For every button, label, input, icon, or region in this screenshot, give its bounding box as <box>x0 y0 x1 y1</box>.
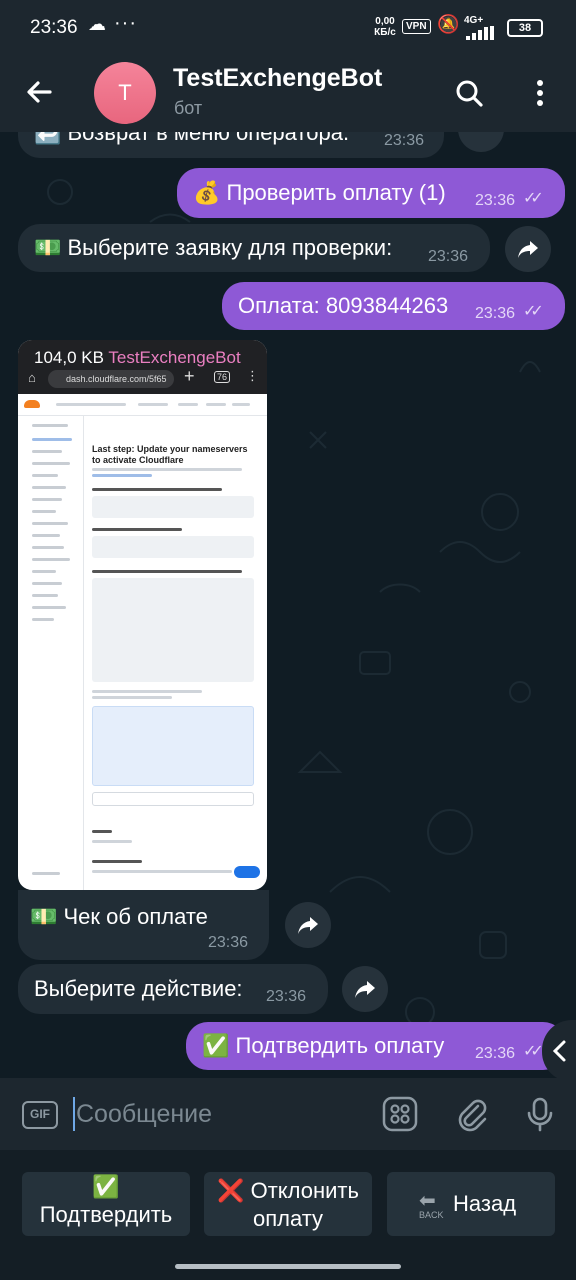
image-sender: TestExchengeBot <box>108 348 241 367</box>
cloudflare-sidebar <box>18 416 84 890</box>
message-time: 23:36 <box>428 248 469 265</box>
signal-icon <box>466 26 494 40</box>
bot-keyboard: ✅ Подтвердить ❌ Отклонить оплату ⬅ BACK … <box>0 1150 576 1280</box>
scroll-collapse-button[interactable] <box>542 1020 576 1078</box>
incoming-message[interactable]: Выберите действие: 23:36 <box>18 964 328 1014</box>
home-icon: ⌂ <box>28 370 36 385</box>
chat-title[interactable]: TestExchengeBot <box>173 64 382 93</box>
incoming-message[interactable]: 💵 Чек об оплате 23:36 <box>18 890 269 960</box>
text-cursor <box>73 1097 75 1131</box>
bot-commands-icon[interactable] <box>380 1094 420 1134</box>
share-button[interactable] <box>342 966 388 1012</box>
avatar[interactable]: T <box>94 62 156 124</box>
gif-button[interactable]: GIF <box>22 1101 58 1129</box>
outgoing-message[interactable]: ✅ Подтвердить оплату 23:36 ✓✓ <box>186 1022 565 1070</box>
chat-header: T TestExchengeBot бот <box>0 58 576 132</box>
search-icon[interactable] <box>448 72 492 116</box>
vpn-badge: VPN <box>402 19 431 34</box>
share-button[interactable] <box>285 902 331 948</box>
mute-bell-icon: 🔕 <box>437 14 460 34</box>
outgoing-message[interactable]: Оплата: 8093844263 23:36 ✓✓ <box>222 282 565 330</box>
message-list[interactable]: ↩️ Возврат в меню оператора. 23:36 💰 Про… <box>0 132 576 1078</box>
back-arrow-icon[interactable] <box>18 70 62 114</box>
image-url-bar: dash.cloudflare.com/5f65 <box>48 370 174 388</box>
message-time: 23:36 <box>384 132 425 149</box>
message-input[interactable] <box>76 1096 366 1132</box>
read-ticks-icon: ✓✓ <box>523 190 544 207</box>
more-vertical-icon[interactable] <box>520 72 560 116</box>
message-time: 23:36 <box>266 988 307 1005</box>
chevron-left-icon <box>552 1040 566 1062</box>
image-chat-button <box>234 866 260 878</box>
status-time: 23:36 <box>30 17 78 38</box>
incoming-message[interactable]: 💵 Выберите заявку для проверки: 23:36 <box>18 224 490 272</box>
network-speed: 0,00 КБ/с <box>374 16 396 38</box>
message-time: 23:36 <box>475 1045 516 1062</box>
tabs-count: 76 <box>214 371 231 383</box>
screenshot-image[interactable]: 104,0 KB TestExchengeBot ⌂ dash.cloudfla… <box>18 340 267 890</box>
message-input-bar: GIF <box>0 1078 576 1150</box>
confirm-payment-button[interactable]: ✅ Подтвердить <box>22 1172 190 1236</box>
share-button[interactable] <box>505 226 551 272</box>
reject-payment-button[interactable]: ❌ Отклонить оплату <box>204 1172 372 1236</box>
home-indicator <box>175 1264 401 1269</box>
message-time: 23:36 <box>475 305 516 322</box>
more-notifications-icon: ··· <box>114 12 137 34</box>
cloud-icon: ☁ <box>88 14 106 34</box>
network-type: 4G+ <box>464 15 484 26</box>
read-ticks-icon: ✓✓ <box>523 1043 544 1060</box>
plus-icon: + <box>184 366 195 386</box>
message-time: 23:36 <box>208 934 249 951</box>
image-file-size: 104,0 KB <box>34 348 104 367</box>
cloudflare-topbar <box>18 394 267 416</box>
attach-icon[interactable] <box>452 1094 492 1134</box>
cloudflare-logo <box>24 400 40 408</box>
read-ticks-icon: ✓✓ <box>523 303 544 320</box>
browser-menu-icon: ⋮ <box>246 368 259 383</box>
back-button[interactable]: ⬅ BACK Назад <box>387 1172 555 1236</box>
message-time: 23:36 <box>475 192 516 209</box>
microphone-icon[interactable] <box>520 1094 560 1134</box>
status-bar: 23:36 ☁ ··· 0,00 КБ/с VPN 🔕 4G+ 38 <box>0 0 576 58</box>
image-browser-bar: 104,0 KB TestExchengeBot ⌂ dash.cloudfla… <box>18 340 267 394</box>
battery-indicator: 38 <box>507 19 543 37</box>
outgoing-message[interactable]: 💰 Проверить оплату (1) 23:36 ✓✓ <box>177 168 565 218</box>
chat-subtitle: бот <box>174 98 203 118</box>
image-page-heading: Last step: Update your nameservers to ac… <box>92 444 248 465</box>
incoming-message[interactable]: ↩️ Возврат в меню оператора. 23:36 <box>18 132 444 158</box>
